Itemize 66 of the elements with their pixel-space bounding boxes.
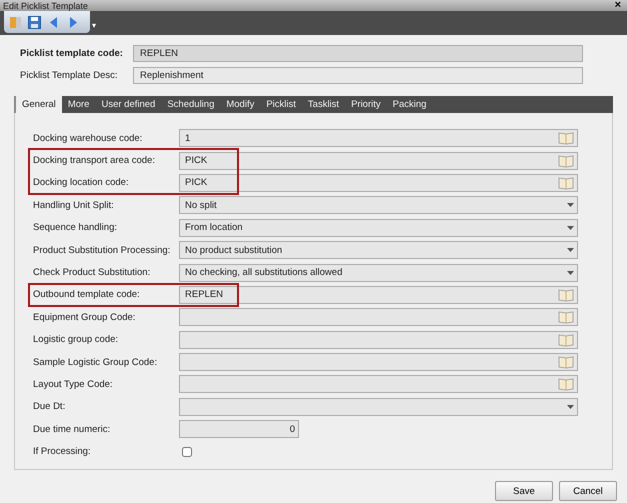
field-label: Docking warehouse code: bbox=[33, 132, 144, 144]
field-label: Due time numeric: bbox=[33, 424, 112, 435]
field-label: Layout Type Code: bbox=[33, 378, 114, 390]
lookup-field[interactable]: REPLEN bbox=[179, 286, 578, 304]
save-icon bbox=[28, 16, 41, 28]
window-title: Edit Picklist Template bbox=[3, 0, 88, 10]
book-icon[interactable] bbox=[558, 288, 574, 302]
field-label: Due Dt: bbox=[33, 401, 66, 412]
field-label: Sample Logistic Group Code: bbox=[33, 356, 158, 368]
lookup-field[interactable] bbox=[179, 308, 578, 326]
dropdown-field[interactable]: No checking, all substitutions allowed bbox=[179, 264, 578, 282]
caret-icon[interactable] bbox=[567, 270, 574, 275]
field-label: Logistic group code: bbox=[33, 334, 120, 346]
text-field[interactable]: REPLEN bbox=[133, 45, 583, 62]
field-label: Handling Unit Split: bbox=[33, 200, 115, 211]
lookup-field[interactable] bbox=[179, 330, 578, 349]
cancel-button[interactable]: Cancel bbox=[559, 481, 617, 501]
left-arrow-icon bbox=[50, 16, 58, 28]
dropdown-field[interactable]: No product substitution bbox=[179, 241, 578, 260]
book-icon[interactable] bbox=[558, 355, 574, 370]
lookup-field[interactable] bbox=[179, 353, 578, 372]
book-icon[interactable] bbox=[558, 332, 574, 347]
field-label: Equipment Group Code: bbox=[33, 312, 136, 323]
lookup-field[interactable]: PICK bbox=[179, 152, 578, 170]
caret-icon[interactable] bbox=[567, 203, 574, 208]
field-label: Docking location code: bbox=[33, 177, 130, 188]
tab[interactable]: General bbox=[14, 96, 62, 113]
number-field[interactable]: 0 bbox=[179, 420, 299, 438]
caret-icon[interactable] bbox=[567, 404, 574, 409]
lookup-field[interactable] bbox=[179, 375, 578, 394]
field-label: Sequence handling: bbox=[33, 222, 118, 234]
book-icon[interactable] bbox=[558, 176, 574, 190]
door-icon bbox=[9, 16, 22, 28]
close-button[interactable]: × bbox=[614, 0, 621, 11]
lookup-field[interactable]: 1 bbox=[179, 129, 578, 148]
lookup-field[interactable]: PICK bbox=[179, 174, 578, 192]
field-label: If Processing: bbox=[33, 446, 92, 458]
book-icon[interactable] bbox=[558, 377, 574, 392]
book-icon[interactable] bbox=[558, 131, 574, 146]
tab[interactable]: User defined bbox=[95, 96, 162, 113]
field-label: Outbound template code: bbox=[33, 289, 141, 300]
tab[interactable]: Picklist bbox=[260, 96, 302, 113]
overflow-button[interactable]: ▾ bbox=[92, 21, 96, 31]
book-icon[interactable] bbox=[558, 154, 574, 168]
tab[interactable]: Priority bbox=[345, 96, 387, 113]
save-button[interactable] bbox=[27, 14, 42, 30]
caret-icon[interactable] bbox=[567, 226, 574, 230]
field-label: Picklist template code: bbox=[20, 48, 124, 59]
right-arrow-icon bbox=[68, 16, 76, 28]
tab[interactable]: Packing bbox=[386, 96, 432, 113]
dropdown-field[interactable] bbox=[179, 398, 578, 416]
checkbox[interactable] bbox=[182, 446, 192, 457]
dropdown-field[interactable]: No split bbox=[179, 196, 578, 214]
tab[interactable]: Tasklist bbox=[302, 96, 346, 113]
tab[interactable]: Modify bbox=[220, 96, 260, 113]
dropdown-field[interactable]: From location bbox=[179, 218, 578, 237]
save-button[interactable]: Save bbox=[495, 481, 553, 501]
field-label: Picklist Template Desc: bbox=[20, 70, 118, 81]
book-icon[interactable] bbox=[558, 310, 574, 324]
field-label: Product Substitution Processing: bbox=[33, 244, 172, 256]
text-field[interactable]: Replenishment bbox=[133, 67, 583, 84]
tab[interactable]: More bbox=[62, 96, 96, 113]
field-label: Check Product Substitution: bbox=[33, 267, 152, 278]
field-label: Docking transport area code: bbox=[33, 155, 156, 166]
caret-icon[interactable] bbox=[567, 248, 574, 252]
tab[interactable]: Scheduling bbox=[161, 96, 220, 113]
